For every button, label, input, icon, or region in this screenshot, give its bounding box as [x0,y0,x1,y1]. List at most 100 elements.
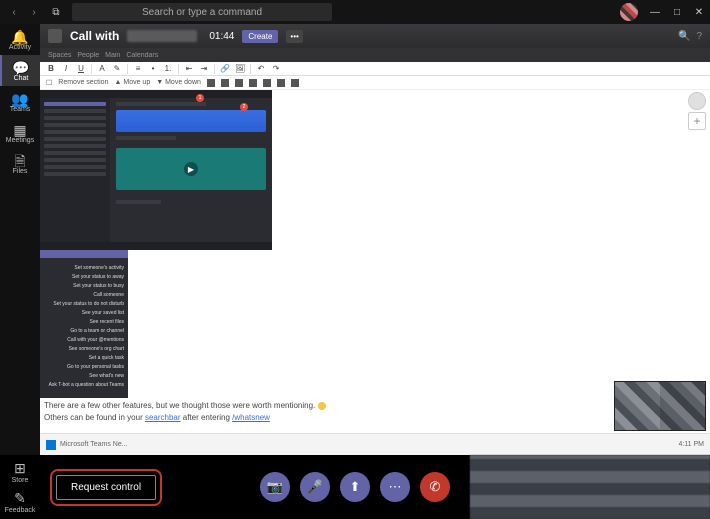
format-toolbar: B I U A ✎ ≡ • 1. ⇤ ⇥ 🔗 🖼 ↶ ↷ [40,62,710,76]
hangup-button[interactable]: ✆ [420,472,450,502]
doc-line-2a: Others can be found in your [44,413,145,422]
rail-label: Meetings [6,137,34,144]
cmd-row: Set your status to away [44,274,124,280]
align-left-button[interactable]: ≡ [133,64,143,73]
nav-back-button[interactable]: ‹ [6,4,22,20]
pip-video[interactable] [614,381,706,431]
rail-teams[interactable]: 👥 Teams [0,86,40,117]
rail-label: Store [12,477,29,484]
participant-avatar[interactable] [688,92,706,110]
chat-icon: 💬 [2,61,40,75]
files-icon: 🗎 [0,154,40,168]
search-input[interactable]: Search or type a command [72,3,332,21]
cmd-row: Call someone [44,292,124,298]
windows-start-icon[interactable] [46,440,56,450]
layout-opt-6[interactable] [277,79,285,87]
outdent-button[interactable]: ⇤ [184,64,194,73]
request-control-button[interactable]: Request control [56,475,156,500]
call-timer: 01:44 [209,31,234,42]
app-rail: 🔔 Activity 💬 Chat 👥 Teams ▦ Meetings 🗎 F… [0,24,40,455]
taskbar-app-label[interactable]: Microsoft Teams Ne... [60,441,128,448]
layout-opt-4[interactable] [249,79,257,87]
layout-opt-1[interactable] [207,79,215,87]
remove-section-button[interactable]: Remove section [58,79,108,86]
nav-forward-button[interactable]: › [26,4,42,20]
rail-feedback[interactable]: ✎ Feedback [5,490,36,514]
create-button[interactable]: Create [242,30,278,43]
italic-button[interactable]: I [61,64,71,73]
embedded-screenshot: 1 2 [40,90,272,250]
cmd-row: Go to a team or channel [44,328,124,334]
call-control-bar: ⊞ Store ✎ Feedback Request control 📷 🎤 ⬆… [0,455,710,519]
bullets-button[interactable]: • [148,64,158,73]
redo-button[interactable]: ↷ [271,64,281,73]
main-video-feed [470,455,710,519]
add-participant-button[interactable]: + [688,112,706,130]
layout-opt-3[interactable] [235,79,243,87]
call-controls: 📷 🎤 ⬆ ⋯ ✆ [260,472,450,502]
font-color-button[interactable]: A [97,64,107,73]
searchbar-link[interactable]: searchbar [145,413,181,422]
checkbox-icon[interactable]: ☐ [46,79,52,87]
share-screen-button[interactable]: ⬆ [340,472,370,502]
rail-label: Files [13,168,28,175]
participants-strip: + [684,90,710,130]
notification-badge: 2 [240,103,248,111]
move-up-button[interactable]: ▲ Move up [114,79,150,86]
more-button[interactable]: ••• [286,30,302,43]
header-search-icon[interactable]: 🔍 [678,31,690,42]
camera-toggle-button[interactable]: 📷 [260,472,290,502]
shared-screen: 1 2 Set someone's activity Set your stat… [40,90,710,455]
doc-line-1: There are a few other features, but we t… [44,401,315,410]
feedback-icon: ✎ [5,490,36,507]
window-maximize-button[interactable]: □ [666,0,688,24]
layout-opt-5[interactable] [263,79,271,87]
people-icon: 👥 [0,92,40,106]
title-bar: ‹ › ⧉ Search or type a command — □ ✕ [0,0,710,24]
indent-button[interactable]: ⇥ [199,64,209,73]
rail-meetings[interactable]: ▦ Meetings [0,117,40,148]
subnav-main[interactable]: Main [105,52,120,59]
cmd-row: Call with your @mentions [44,337,124,343]
camera-icon: 📷 [267,479,283,495]
store-icon: ⊞ [12,460,29,477]
bold-button[interactable]: B [46,64,56,73]
popout-icon[interactable]: ⧉ [48,4,64,20]
pip-video-feed [615,382,705,430]
layout-opt-2[interactable] [221,79,229,87]
link-button[interactable]: 🔗 [220,64,230,73]
hangup-icon: ✆ [430,479,441,495]
header-help-icon[interactable]: ? [696,31,702,42]
avatar[interactable] [620,3,638,21]
shared-taskbar: Microsoft Teams Ne... 4:11 PM [40,433,710,455]
main-video-tile[interactable] [470,455,710,519]
rail-files[interactable]: 🗎 Files [0,148,40,179]
subnav-spaces[interactable]: Spaces [48,52,71,59]
command-palette: Set someone's activity Set your status t… [40,250,128,398]
move-down-button[interactable]: ▼ Move down [156,79,201,86]
subnav-people[interactable]: People [77,52,99,59]
underline-button[interactable]: U [76,64,86,73]
numbers-button[interactable]: 1. [163,64,173,73]
window-close-button[interactable]: ✕ [688,0,710,24]
subnav-calendars[interactable]: Calendars [126,52,158,59]
rail-chat[interactable]: 💬 Chat [0,55,40,86]
workspace: 🔔 Activity 💬 Chat 👥 Teams ▦ Meetings 🗎 F… [0,24,710,455]
window-minimize-button[interactable]: — [644,0,666,24]
redacted-name [127,30,197,42]
rail-activity[interactable]: 🔔 Activity [0,24,40,55]
cmd-row: Set your status to do not disturb [44,301,124,307]
mic-toggle-button[interactable]: 🎤 [300,472,330,502]
space-icon [48,29,62,43]
rail-store[interactable]: ⊞ Store [12,460,29,484]
layout-opt-7[interactable] [291,79,299,87]
whatsnew-link[interactable]: /whatsnew [232,413,270,422]
more-actions-button[interactable]: ⋯ [380,472,410,502]
share-icon: ⬆ [350,479,361,495]
cmd-row: See your saved list [44,310,124,316]
highlight-button[interactable]: ✎ [112,64,122,73]
undo-button[interactable]: ↶ [256,64,266,73]
image-button[interactable]: 🖼 [235,64,245,73]
cmd-row: See someone's org chart [44,346,124,352]
section-toolbar: ☐ Remove section ▲ Move up ▼ Move down [40,76,710,90]
